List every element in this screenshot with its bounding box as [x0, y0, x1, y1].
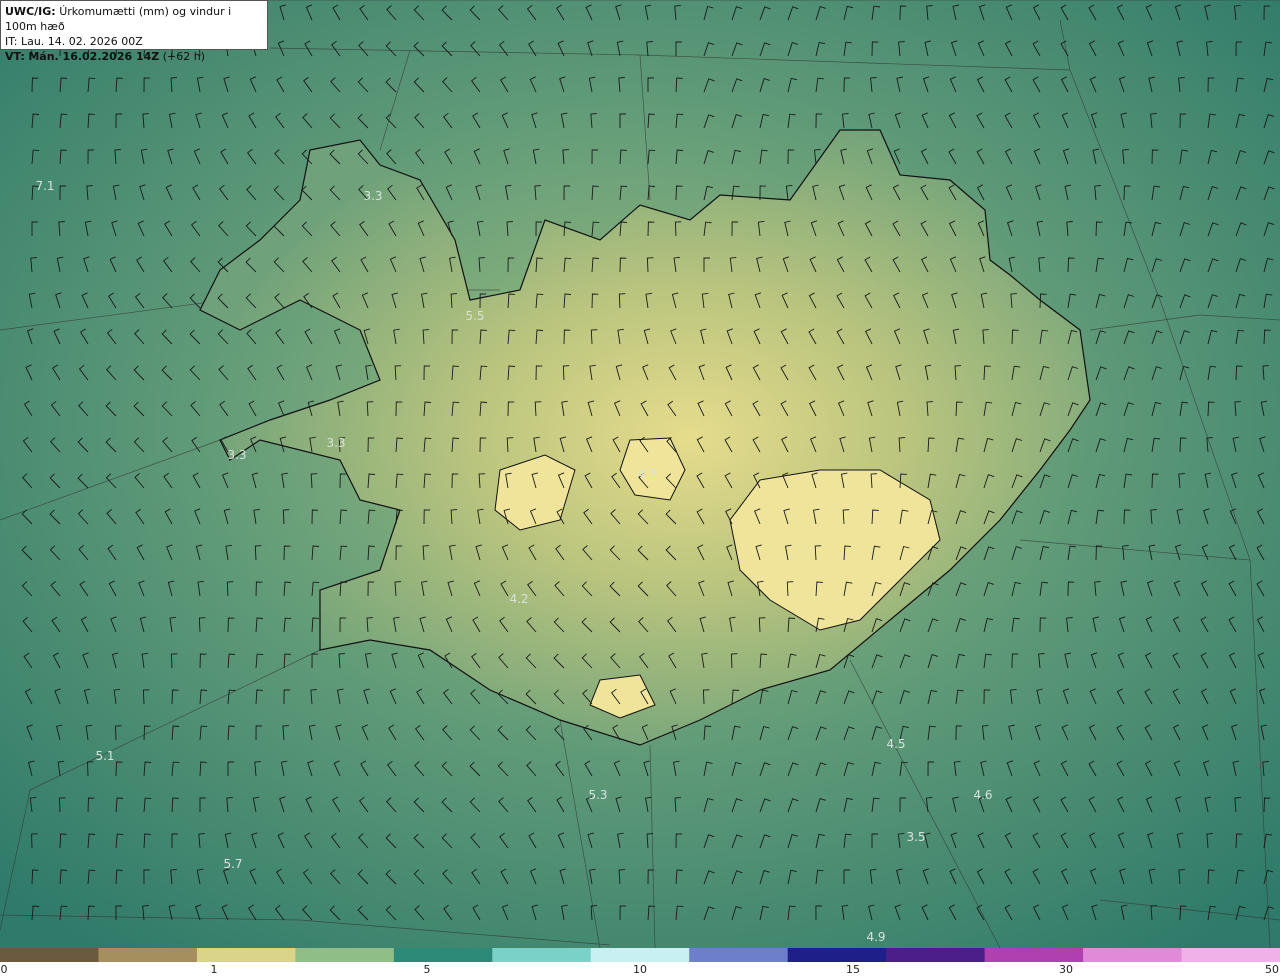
- color-scale-tick: 10: [633, 963, 647, 976]
- color-scale-segment: [689, 948, 789, 962]
- color-scale-tick: 15: [846, 963, 860, 976]
- map-area[interactable]: 7.1 3.3 5.5 3.3 3.3 4.2 4.2 5.1 5.3 5.7 4.5 4.6 3.5 4…: [0, 0, 1280, 948]
- color-scale-bar: [0, 948, 1280, 962]
- precipitation-map: 7.1 3.3 5.5 3.3 3.3 4.2 4.2 5.1 5.3 5.7 4.5 4.6 3.5 4…: [0, 0, 1280, 948]
- map-header: UWC/IG: Úrkomumætti (mm) og vindur i 100…: [0, 0, 268, 63]
- color-scale-segment: [1181, 948, 1280, 962]
- color-scale-segment: [295, 948, 395, 962]
- forecast-offset: (+62 h): [162, 50, 206, 63]
- color-scale-segment: [886, 948, 986, 962]
- precip-value-label: 3.3: [363, 189, 382, 203]
- precip-value-label: 4.9: [866, 930, 885, 944]
- precip-value-label: 7.1: [35, 179, 54, 193]
- initial-time: IT: Lau. 14. 02. 2026 00Z: [5, 35, 143, 48]
- precip-value-label: 4.5: [886, 737, 905, 751]
- valid-time-value: Mán. 16.02.2026 14Z: [28, 50, 160, 63]
- precip-value-label: 3.3: [227, 448, 246, 462]
- precip-value-label: 3.5: [906, 830, 925, 844]
- color-scale-segment: [196, 948, 297, 962]
- color-scale-segment: [1083, 948, 1183, 962]
- color-scale-tick: 1: [210, 963, 218, 976]
- precip-value-label: 5.7: [223, 857, 242, 871]
- color-scale-segment: [787, 948, 888, 962]
- precip-value-label: 3.3: [326, 436, 345, 450]
- model-label: UWC/IG:: [5, 5, 56, 18]
- color-scale-tick: 0: [0, 963, 8, 976]
- color-scale-segment: [393, 948, 494, 962]
- color-scale-tick: 30: [1059, 963, 1073, 976]
- precip-value-label: 5.3: [588, 788, 607, 802]
- color-scale-segment: [984, 948, 1085, 962]
- precip-value-label: 4.2: [637, 467, 656, 481]
- precip-value-label: 5.1: [95, 749, 114, 763]
- color-scale-segment: [590, 948, 691, 962]
- color-scale-segment: [0, 948, 100, 962]
- color-scale-tick: 50: [1265, 963, 1279, 976]
- color-scale-segment: [492, 948, 592, 962]
- precip-value-label: 4.2: [509, 592, 528, 606]
- color-scale-segment: [98, 948, 198, 962]
- color-scale-tick: 5: [423, 963, 431, 976]
- color-scale-labels: 0 1 5 10 15 30 50: [0, 962, 1280, 978]
- precip-value-label: 4.6: [973, 788, 992, 802]
- valid-time-label: VT:: [5, 50, 25, 63]
- precip-value-label: 5.5: [465, 309, 484, 323]
